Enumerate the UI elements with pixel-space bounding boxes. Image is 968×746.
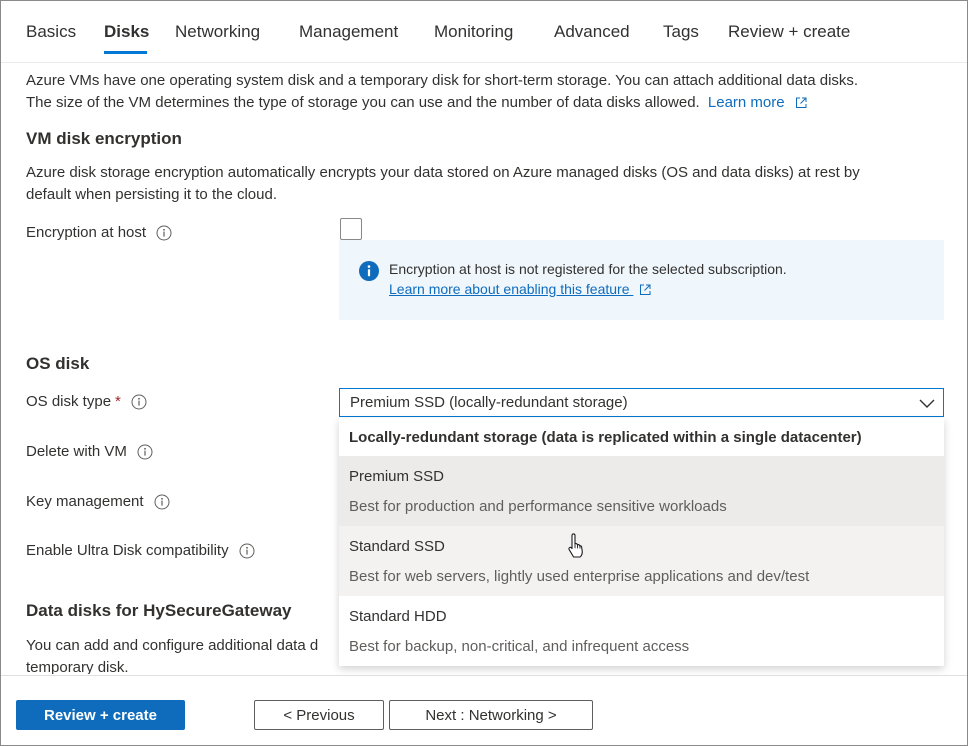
encryption-notice: Encryption at host is not registered for… bbox=[339, 240, 944, 320]
hand-pointer-icon bbox=[566, 533, 586, 564]
chevron-down-icon bbox=[919, 396, 935, 414]
enable-feature-link[interactable]: Learn more about enabling this feature bbox=[389, 281, 651, 297]
info-circle-icon[interactable] bbox=[154, 494, 170, 510]
os-disk-type-dropdown: Locally-redundant storage (data is repli… bbox=[339, 418, 944, 666]
option-description: Best for production and performance sens… bbox=[349, 498, 727, 515]
option-description: Best for web servers, lightly used enter… bbox=[349, 568, 810, 585]
key-management-label: Key management bbox=[26, 493, 144, 510]
option-title: Standard HDD bbox=[349, 608, 447, 625]
intro-text-line2-body: The size of the VM determines the type o… bbox=[26, 94, 700, 111]
ultra-disk-label: Enable Ultra Disk compatibility bbox=[26, 542, 229, 559]
info-circle-icon[interactable] bbox=[239, 543, 255, 559]
required-indicator: * bbox=[115, 393, 121, 410]
os-disk-type-value: Premium SSD (locally-redundant storage) bbox=[350, 394, 628, 411]
intro-text-line2: The size of the VM determines the type o… bbox=[26, 92, 807, 114]
learn-more-link[interactable]: Learn more bbox=[708, 94, 807, 111]
os-disk-type-select[interactable]: Premium SSD (locally-redundant storage) bbox=[339, 388, 944, 417]
tabs-divider bbox=[1, 62, 967, 63]
option-standard-ssd[interactable]: Standard SSD Best for web servers, light… bbox=[339, 526, 944, 596]
tab-management[interactable]: Management bbox=[299, 22, 398, 42]
info-circle-icon[interactable] bbox=[131, 394, 147, 410]
encryption-heading: VM disk encryption bbox=[26, 129, 182, 148]
intro-text-line1: Azure VMs have one operating system disk… bbox=[26, 72, 859, 89]
tab-networking[interactable]: Networking bbox=[175, 22, 260, 42]
os-disk-heading: OS disk bbox=[26, 354, 90, 373]
os-disk-type-label-row: OS disk type * bbox=[26, 393, 147, 410]
tab-basics[interactable]: Basics bbox=[26, 22, 76, 42]
encryption-notice-text: Encryption at host is not registered for… bbox=[389, 261, 787, 277]
open-in-new-icon bbox=[640, 284, 651, 296]
active-tab-indicator bbox=[104, 51, 147, 54]
data-disks-desc-line2: temporary disk. bbox=[26, 659, 129, 674]
next-networking-button[interactable]: Next : Networking > bbox=[389, 700, 593, 730]
info-circle-icon[interactable] bbox=[156, 225, 172, 241]
open-in-new-icon bbox=[795, 97, 807, 109]
data-disks-heading: Data disks for HySecureGateway bbox=[26, 601, 292, 620]
learn-more-label: Learn more bbox=[707, 94, 785, 111]
encryption-at-host-label: Encryption at host bbox=[26, 224, 147, 241]
dropdown-group-header: Locally-redundant storage (data is repli… bbox=[349, 429, 862, 446]
option-description: Best for backup, non-critical, and infre… bbox=[349, 638, 690, 655]
tab-review-create[interactable]: Review + create bbox=[728, 22, 850, 42]
tab-advanced[interactable]: Advanced bbox=[554, 22, 630, 42]
delete-with-vm-label-row: Delete with VM bbox=[26, 443, 153, 460]
tab-disks[interactable]: Disks bbox=[104, 22, 149, 42]
os-disk-type-label: OS disk type bbox=[26, 393, 112, 410]
key-management-label-row: Key management bbox=[26, 493, 170, 510]
data-disks-desc-line1: You can add and configure additional dat… bbox=[26, 637, 319, 654]
footer-divider bbox=[1, 675, 967, 676]
previous-button[interactable]: < Previous bbox=[254, 700, 384, 730]
encryption-desc-line1: Azure disk storage encryption automatica… bbox=[26, 164, 860, 181]
option-standard-hdd[interactable]: Standard HDD Best for backup, non-critic… bbox=[339, 596, 944, 666]
option-title: Standard SSD bbox=[349, 538, 445, 555]
encryption-at-host-checkbox[interactable] bbox=[340, 218, 362, 240]
encryption-desc-line2: default when persisting it to the cloud. bbox=[26, 186, 277, 203]
ultra-disk-label-row: Enable Ultra Disk compatibility bbox=[26, 542, 255, 559]
encryption-at-host-label-row: Encryption at host bbox=[26, 224, 172, 241]
enable-feature-link-label: Learn more about enabling this feature bbox=[389, 281, 630, 297]
info-filled-icon bbox=[359, 261, 379, 286]
option-title: Premium SSD bbox=[349, 468, 445, 485]
tab-monitoring[interactable]: Monitoring bbox=[434, 22, 513, 42]
option-premium-ssd[interactable]: Premium SSD Best for production and perf… bbox=[339, 456, 944, 526]
tab-tags[interactable]: Tags bbox=[663, 22, 699, 42]
review-create-button[interactable]: Review + create bbox=[16, 700, 185, 730]
delete-with-vm-label: Delete with VM bbox=[26, 443, 127, 460]
info-circle-icon[interactable] bbox=[137, 444, 153, 460]
